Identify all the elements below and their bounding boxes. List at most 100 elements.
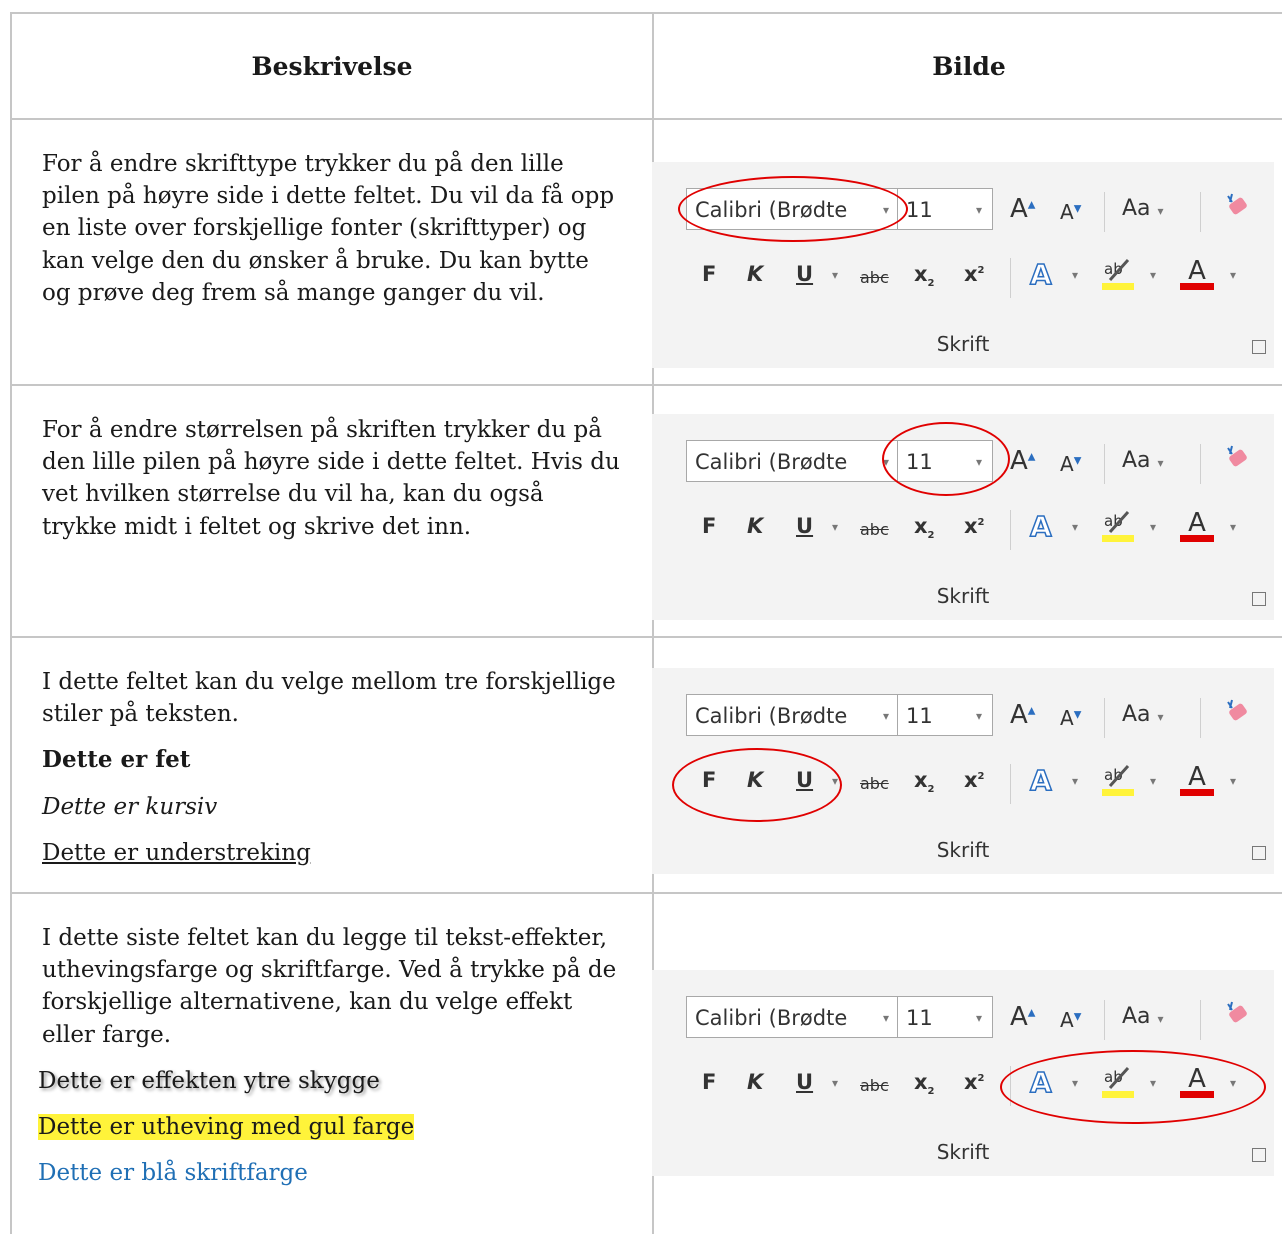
change-case-button[interactable]: Aa ▾ — [1122, 196, 1164, 221]
italic-button[interactable]: K — [747, 514, 763, 538]
bold-button[interactable]: F — [702, 262, 716, 286]
grow-font-button[interactable]: A▲ — [1010, 700, 1036, 730]
font-color-button[interactable]: A — [1180, 256, 1214, 290]
font-color-button[interactable]: A — [1180, 762, 1214, 796]
font-name-box[interactable]: Calibri (Brødte ▾ — [686, 440, 898, 482]
italic-button[interactable]: K — [747, 1070, 763, 1094]
italic-button[interactable]: K — [747, 768, 763, 792]
dialog-launcher-icon[interactable] — [1252, 1148, 1266, 1162]
highlight-dropdown[interactable]: ▾ — [1150, 774, 1156, 788]
bold-button[interactable]: F — [702, 514, 716, 538]
subscript-button[interactable]: x2 — [914, 768, 935, 795]
underline-example: Dette er understreking — [42, 839, 311, 866]
font-name-box[interactable]: Calibri (Brødte ▾ — [686, 694, 898, 736]
highlight-icon[interactable]: ab — [1100, 506, 1136, 544]
bold-example: Dette er fet — [42, 746, 191, 774]
dialog-launcher-icon[interactable] — [1252, 592, 1266, 606]
text-effects-dropdown[interactable]: ▾ — [1072, 268, 1078, 282]
highlight-icon[interactable]: ab — [1100, 760, 1136, 798]
font-color-button[interactable]: A — [1180, 508, 1214, 542]
shrink-font-button[interactable]: A▼ — [1060, 706, 1081, 730]
italic-button[interactable]: K — [747, 262, 763, 286]
highlight-example-line: Dette er utheving med gul farge — [38, 1111, 622, 1143]
strikethrough-button[interactable]: abc — [860, 520, 889, 539]
font-name-box[interactable]: Calibri (Brødte ▾ — [686, 188, 898, 230]
superscript-button[interactable]: x2 — [964, 262, 985, 286]
grow-font-button[interactable]: A▲ — [1010, 446, 1036, 476]
change-case-button[interactable]: Aa ▾ — [1122, 702, 1164, 727]
font-ribbon: Calibri (Brødte ▾ 11 ▾ A▲ A▼ Aa ▾ F K U ▾ … — [652, 970, 1274, 1176]
row-description: For å endre skrifttype trykker du på den… — [42, 151, 615, 306]
clear-formatting-icon[interactable] — [1222, 1000, 1252, 1030]
text-effects-button[interactable]: A — [1029, 1065, 1052, 1100]
clear-formatting-icon[interactable] — [1222, 698, 1252, 728]
bold-button[interactable]: F — [702, 768, 716, 792]
header-description: Beskrivelse — [10, 12, 654, 120]
subscript-button[interactable]: x2 — [914, 262, 935, 289]
text-effects-button[interactable]: A — [1029, 763, 1052, 798]
subscript-button[interactable]: x2 — [914, 1070, 935, 1097]
highlight-icon[interactable]: ab — [1100, 1062, 1136, 1100]
underline-button[interactable]: U — [796, 514, 813, 538]
text-effects-button[interactable]: A — [1029, 257, 1052, 292]
group-label: Skrift — [936, 838, 990, 862]
highlight-example: Dette er utheving med gul farge — [38, 1113, 415, 1140]
highlight-icon[interactable]: ab — [1100, 254, 1136, 292]
font-name-box[interactable]: Calibri (Brødte ▾ — [686, 996, 898, 1038]
text-effects-dropdown[interactable]: ▾ — [1072, 520, 1078, 534]
subscript-button[interactable]: x2 — [914, 514, 935, 541]
clear-formatting-icon[interactable] — [1222, 192, 1252, 222]
dialog-launcher-icon[interactable] — [1252, 846, 1266, 860]
header-image: Bilde — [652, 12, 1282, 120]
shrink-font-button[interactable]: A▼ — [1060, 1008, 1081, 1032]
underline-button[interactable]: U — [796, 768, 813, 792]
underline-button[interactable]: U — [796, 262, 813, 286]
font-color-dropdown[interactable]: ▾ — [1230, 520, 1236, 534]
change-case-button[interactable]: Aa ▾ — [1122, 1004, 1164, 1029]
header-row: Beskrivelse Bilde — [10, 12, 1282, 120]
font-size-box[interactable]: 11 ▾ — [897, 440, 993, 482]
text-effects-dropdown[interactable]: ▾ — [1072, 774, 1078, 788]
underline-dropdown[interactable]: ▾ — [832, 520, 838, 534]
text-effects-button[interactable]: A — [1029, 509, 1052, 544]
underline-dropdown[interactable]: ▾ — [832, 774, 838, 788]
underline-button[interactable]: U — [796, 1070, 813, 1094]
strikethrough-button[interactable]: abc — [860, 268, 889, 287]
table-row: For å endre størrelsen på skriften trykk… — [10, 384, 1282, 638]
font-size-box[interactable]: 11 ▾ — [897, 188, 993, 230]
font-ribbon: Calibri (Brødte ▾ 11 ▾ A▲ A▼ Aa ▾ F K U ▾ … — [652, 414, 1274, 620]
row-description: I dette feltet kan du velge mellom tre f… — [42, 669, 616, 728]
font-color-dropdown[interactable]: ▾ — [1230, 268, 1236, 282]
font-size-box[interactable]: 11 ▾ — [897, 694, 993, 736]
superscript-button[interactable]: x2 — [964, 514, 985, 538]
group-label: Skrift — [936, 1140, 990, 1164]
highlight-dropdown[interactable]: ▾ — [1150, 1076, 1156, 1090]
table-row: I dette feltet kan du velge mellom tre f… — [10, 636, 1282, 894]
font-color-dropdown[interactable]: ▾ — [1230, 774, 1236, 788]
table-row: I dette siste feltet kan du legge til te… — [10, 892, 1282, 1234]
italic-example: Dette er kursiv — [42, 793, 218, 820]
dialog-launcher-icon[interactable] — [1252, 340, 1266, 354]
font-color-button[interactable]: A — [1180, 1064, 1214, 1098]
shrink-font-button[interactable]: A▼ — [1060, 452, 1081, 476]
font-ribbon: Calibri (Brødte ▾ 11 ▾ A▲ A▼ Aa ▾ F K U ▾ … — [652, 668, 1274, 874]
underline-dropdown[interactable]: ▾ — [832, 268, 838, 282]
strikethrough-button[interactable]: abc — [860, 774, 889, 793]
superscript-button[interactable]: x2 — [964, 1070, 985, 1094]
highlight-dropdown[interactable]: ▾ — [1150, 520, 1156, 534]
shrink-font-button[interactable]: A▼ — [1060, 200, 1081, 224]
underline-dropdown[interactable]: ▾ — [832, 1076, 838, 1090]
grow-font-button[interactable]: A▲ — [1010, 194, 1036, 224]
font-color-dropdown[interactable]: ▾ — [1230, 1076, 1236, 1090]
clear-formatting-icon[interactable] — [1222, 444, 1252, 474]
change-case-button[interactable]: Aa ▾ — [1122, 448, 1164, 473]
superscript-button[interactable]: x2 — [964, 768, 985, 792]
row-description: I dette siste feltet kan du legge til te… — [42, 925, 617, 1048]
text-effects-dropdown[interactable]: ▾ — [1072, 1076, 1078, 1090]
strikethrough-button[interactable]: abc — [860, 1076, 889, 1095]
bold-button[interactable]: F — [702, 1070, 716, 1094]
grow-font-button[interactable]: A▲ — [1010, 1002, 1036, 1032]
highlight-dropdown[interactable]: ▾ — [1150, 268, 1156, 282]
font-size-box[interactable]: 11 ▾ — [897, 996, 993, 1038]
blue-example: Dette er blå skriftfarge — [38, 1160, 308, 1187]
